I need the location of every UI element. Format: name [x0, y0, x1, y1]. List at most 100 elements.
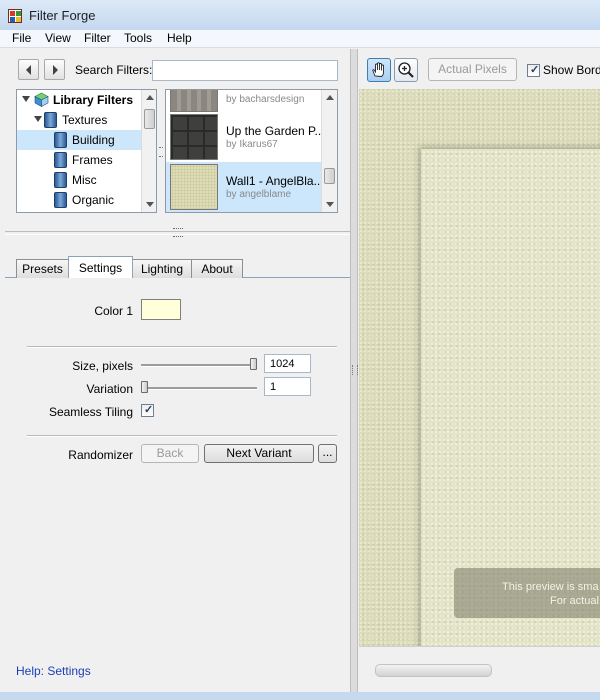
filter-thumbnail [170, 164, 218, 210]
tab-presets[interactable]: Presets [16, 259, 69, 278]
zoom-in-icon [398, 62, 414, 78]
tree-item-misc[interactable]: Misc [17, 170, 141, 190]
variation-input[interactable]: 1 [264, 377, 311, 396]
zoom-tool-button[interactable] [394, 58, 418, 82]
scroll-down-icon[interactable] [326, 202, 334, 207]
tree-label: Library Filters [53, 93, 134, 107]
render-progress-bar [375, 664, 492, 677]
library-cube-icon [34, 92, 49, 107]
filter-author: by Ikarus67 [226, 139, 278, 150]
menu-view[interactable]: View [45, 31, 71, 45]
scroll-up-icon[interactable] [326, 95, 334, 100]
category-tree: Library Filters Textures Building Frames… [16, 89, 157, 213]
tree-item-library-filters[interactable]: Library Filters [17, 90, 141, 110]
filter-thumbnail [170, 90, 218, 112]
tree-scrollbar[interactable] [141, 90, 156, 212]
folder-icon [54, 132, 67, 148]
splitter-grip-icon [173, 228, 183, 237]
splitter-grip-icon [352, 365, 358, 375]
search-label: Search Filters: [75, 63, 153, 77]
seamless-checkbox[interactable]: ✓ [141, 404, 154, 417]
tree-item-organic[interactable]: Organic [17, 190, 141, 210]
search-input[interactable] [152, 60, 338, 81]
show-border-label: Show Bord [543, 63, 600, 77]
list-splitter-grip[interactable] [159, 147, 163, 157]
arrow-left-icon [26, 65, 31, 75]
filter-thumbnail [170, 114, 218, 160]
arrow-right-icon [53, 65, 58, 75]
hand-icon [372, 62, 384, 77]
filter-list-scrollbar[interactable] [321, 90, 337, 212]
checkmark-icon: ✓ [530, 64, 540, 76]
color1-label: Color 1 [94, 304, 133, 318]
size-label: Size, pixels [72, 359, 133, 373]
tab-settings[interactable]: Settings [68, 256, 133, 278]
preview-canvas[interactable]: This preview is sma For actual [359, 89, 600, 646]
tree-item-textures[interactable]: Textures [17, 110, 141, 130]
variation-slider-track[interactable] [141, 387, 257, 390]
scroll-thumb[interactable] [144, 109, 155, 129]
tree-label: Building [72, 133, 115, 147]
filter-title: Wall1 - AngelBla... [226, 174, 324, 188]
help-settings-link[interactable]: Help: Settings [16, 664, 91, 678]
window-frame-bottom [0, 692, 600, 700]
filter-item[interactable]: Up the Garden P... by Ikarus67 [166, 112, 325, 162]
menu-bar: File View Filter Tools Help [0, 30, 600, 48]
size-input[interactable]: 1024 [264, 354, 311, 373]
menu-tools[interactable]: Tools [124, 31, 152, 45]
menu-file[interactable]: File [12, 31, 31, 45]
expand-arrow-icon[interactable] [34, 116, 42, 122]
forward-nav-button[interactable] [44, 59, 65, 80]
tree-item-partial [17, 210, 141, 213]
actual-pixels-button[interactable]: Actual Pixels [428, 58, 517, 81]
separator [27, 346, 337, 348]
folder-icon [54, 192, 67, 208]
scroll-up-icon[interactable] [146, 95, 154, 100]
tab-lighting[interactable]: Lighting [132, 259, 192, 278]
variation-label: Variation [86, 382, 133, 396]
preview-toolbar: Actual Pixels ✓ Show Bord [359, 49, 600, 89]
app-icon [8, 9, 22, 23]
preview-notice: This preview is sma For actual [454, 568, 600, 618]
filter-item[interactable]: by bacharsdesign [166, 90, 321, 114]
window-title: Filter Forge [29, 8, 96, 23]
notice-line1: This preview is sma [502, 581, 599, 593]
filter-title: Up the Garden P... [226, 124, 325, 138]
back-nav-button[interactable] [18, 59, 39, 80]
tree-item-building[interactable]: Building [17, 130, 141, 150]
horizontal-splitter[interactable] [5, 228, 350, 237]
folder-icon [44, 112, 57, 128]
variation-slider-thumb[interactable] [141, 381, 148, 393]
tree-item-frames[interactable]: Frames [17, 150, 141, 170]
size-slider-track[interactable] [141, 364, 257, 367]
tree-label: Misc [72, 173, 97, 187]
menu-help[interactable]: Help [167, 31, 192, 45]
back-button[interactable]: Back [141, 444, 199, 463]
randomizer-label: Randomizer [68, 448, 133, 462]
filter-item-selected[interactable]: Wall1 - AngelBla... by angelblame [166, 162, 324, 212]
show-border-checkbox[interactable]: ✓ [527, 64, 540, 77]
menu-filter[interactable]: Filter [84, 31, 111, 45]
checkmark-icon: ✓ [144, 404, 154, 416]
filter-author: by angelblame [226, 189, 292, 200]
expand-arrow-icon[interactable] [22, 96, 30, 102]
tree-label: Organic [72, 193, 115, 207]
next-variant-button[interactable]: Next Variant [204, 444, 314, 463]
pane-splitter[interactable] [350, 49, 358, 700]
more-options-button[interactable]: ... [318, 444, 337, 463]
color1-swatch[interactable] [141, 299, 181, 320]
separator [27, 435, 337, 437]
tree-label: Textures [62, 113, 108, 127]
folder-icon [54, 152, 67, 168]
folder-icon [54, 172, 67, 188]
scroll-down-icon[interactable] [146, 202, 154, 207]
filter-author: by bacharsdesign [226, 94, 305, 105]
scroll-thumb[interactable] [324, 168, 335, 184]
notice-line2: For actual [550, 595, 599, 607]
folder-icon [54, 212, 67, 213]
hand-tool-button[interactable] [367, 58, 391, 82]
size-slider-thumb[interactable] [250, 358, 257, 370]
tab-about[interactable]: About [191, 259, 243, 278]
tree-label: Frames [72, 153, 113, 167]
seamless-label: Seamless Tiling [48, 405, 133, 419]
